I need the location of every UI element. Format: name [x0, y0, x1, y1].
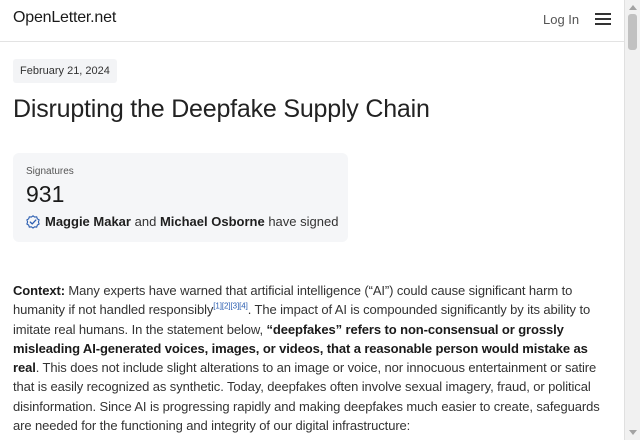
menu-bar [595, 13, 611, 15]
citation-link[interactable]: [3] [231, 302, 240, 311]
vertical-scrollbar[interactable] [624, 0, 640, 440]
signer-connector: and [134, 214, 157, 229]
signed-suffix: have signed [268, 214, 339, 229]
menu-bar [595, 23, 611, 25]
signatures-card: Signatures 931 Maggie Makar and Michael … [13, 153, 348, 242]
page-title: Disrupting the Deepfake Supply Chain [13, 95, 430, 123]
signer-name[interactable]: Maggie Makar [45, 214, 131, 229]
site-logo[interactable]: OpenLetter.net [13, 9, 116, 27]
recent-signers: Maggie Makar and Michael Osborne have si… [45, 214, 338, 229]
scroll-down-arrow-icon[interactable] [629, 430, 637, 435]
verified-badge-icon [26, 215, 40, 229]
publish-date-badge: February 21, 2024 [13, 59, 117, 83]
context-lead: Context: [13, 283, 65, 298]
signer-name[interactable]: Michael Osborne [160, 214, 265, 229]
menu-bar [595, 18, 611, 20]
signatures-label: Signatures [26, 166, 74, 177]
hamburger-menu-icon[interactable] [595, 13, 611, 26]
citation-link[interactable]: [1] [213, 302, 222, 311]
citation-link[interactable]: [4] [239, 302, 248, 311]
context-paragraph: Context: Many experts have warned that a… [13, 281, 613, 435]
citation-link[interactable]: [2] [222, 302, 231, 311]
login-link[interactable]: Log In [543, 12, 579, 27]
scroll-up-arrow-icon[interactable] [629, 5, 637, 10]
scrollbar-thumb[interactable] [628, 14, 637, 50]
signature-count: 931 [26, 181, 65, 207]
top-navigation-bar: OpenLetter.net Log In [0, 0, 624, 42]
context-text: . This does not include slight alteratio… [13, 360, 600, 434]
